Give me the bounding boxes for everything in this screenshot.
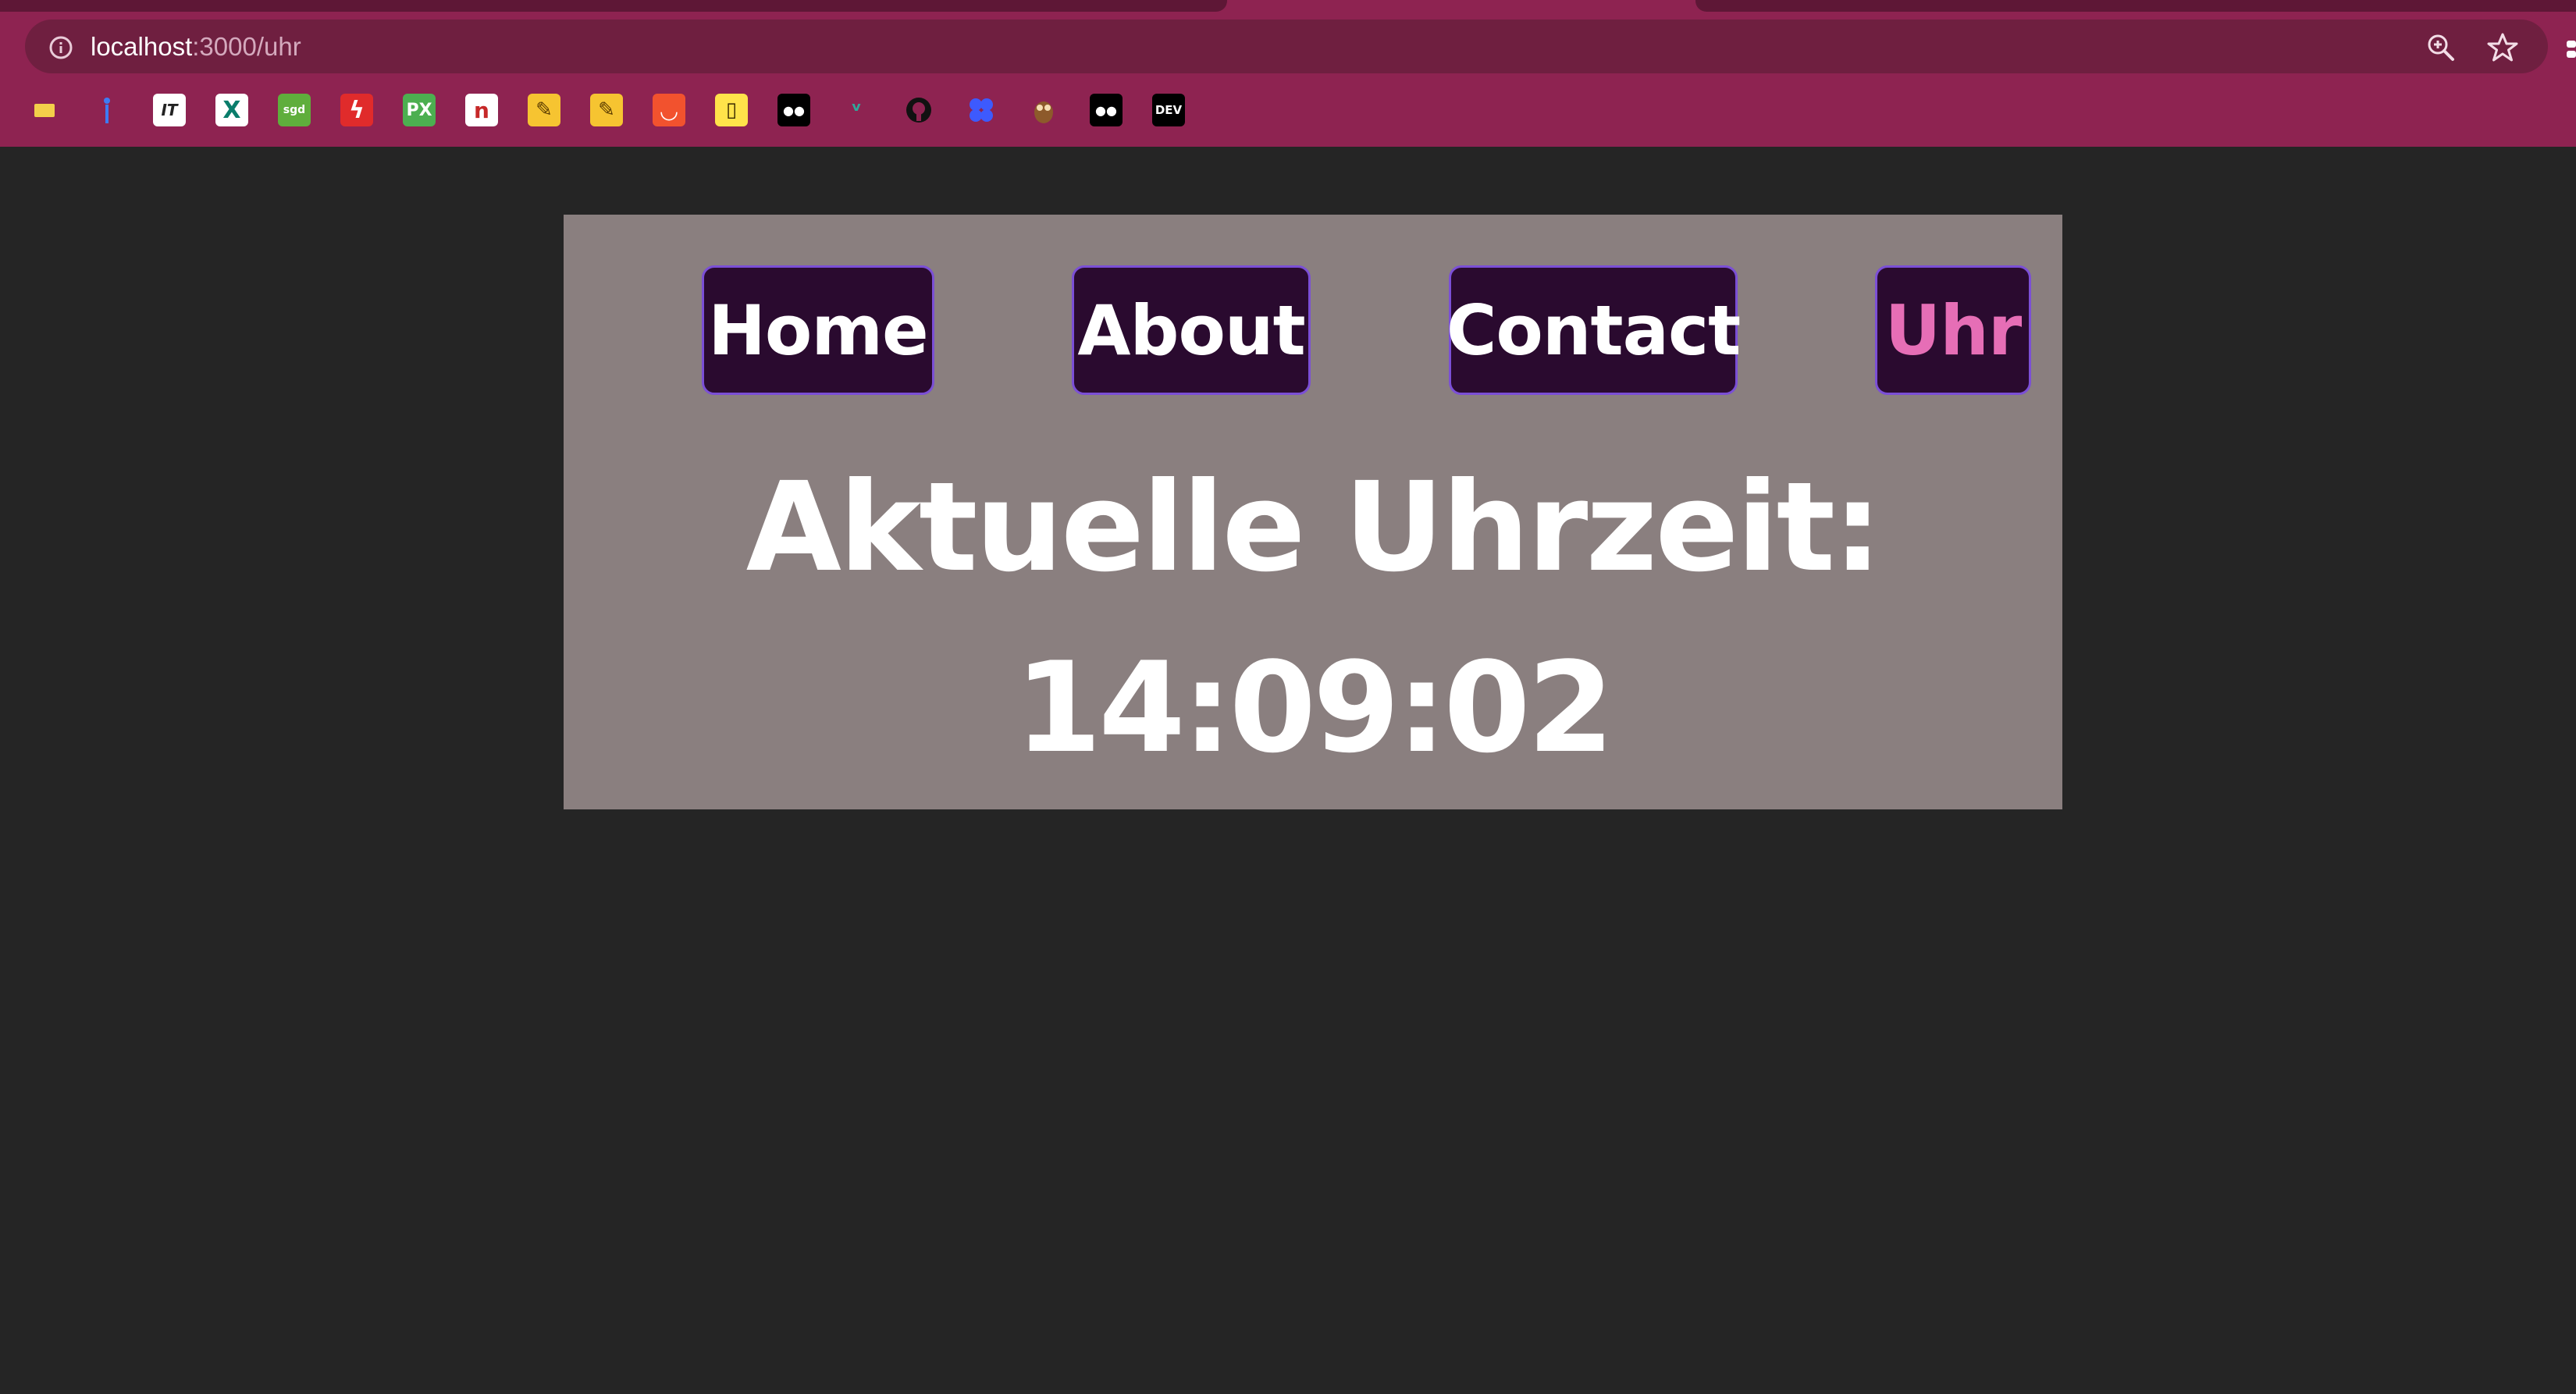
folder-bookmark[interactable] bbox=[28, 94, 61, 126]
shopping-bag-bookmark[interactable]: ◡ bbox=[653, 94, 685, 126]
info-icon[interactable] bbox=[48, 35, 73, 60]
n-bookmark[interactable]: n bbox=[465, 94, 498, 126]
address-bar[interactable] bbox=[25, 20, 2548, 73]
sgd-bookmark[interactable]: sgd bbox=[278, 94, 311, 126]
extension-icon[interactable] bbox=[2565, 39, 2576, 59]
nav-home-button[interactable]: Home bbox=[702, 265, 934, 395]
nav-uhr-button[interactable]: Uhr bbox=[1875, 265, 2031, 395]
it-bookmark[interactable]: IT bbox=[153, 94, 186, 126]
medium-bookmark[interactable]: ●● bbox=[777, 94, 810, 126]
bookmark-star-icon[interactable] bbox=[2487, 32, 2518, 63]
medium-bookmark-2[interactable]: ●● bbox=[1090, 94, 1123, 126]
nav-contact-button[interactable]: Contact bbox=[1446, 265, 1741, 395]
url-host: localhost bbox=[91, 32, 193, 61]
tab-right[interactable] bbox=[1695, 0, 2576, 12]
tool-bookmark-1[interactable]: ✎ bbox=[528, 94, 560, 126]
dev-bookmark[interactable]: DEV bbox=[1152, 94, 1185, 126]
nav-about-button[interactable]: About bbox=[1072, 265, 1311, 395]
pin-bookmark[interactable] bbox=[91, 94, 123, 126]
github-bookmark[interactable] bbox=[902, 94, 935, 126]
flash-bookmark[interactable]: ϟ bbox=[340, 94, 373, 126]
owl-bookmark[interactable] bbox=[1027, 94, 1060, 126]
clock-time: 14:09:02 bbox=[1015, 635, 1614, 781]
tab-strip bbox=[0, 0, 2576, 12]
px-bookmark[interactable]: PX bbox=[403, 94, 436, 126]
clock-heading: Aktuelle Uhrzeit: bbox=[745, 456, 1883, 599]
url-path: :3000/uhr bbox=[192, 32, 301, 61]
cup-bookmark[interactable]: ▯ bbox=[715, 94, 748, 126]
zoom-icon[interactable] bbox=[2426, 33, 2456, 62]
url-text[interactable]: localhost:3000/uhr bbox=[91, 30, 301, 64]
browser-toolbar: localhost:3000/uhr IT X sgd ϟ PX n ✎ ✎ ◡… bbox=[0, 0, 2576, 147]
tab-left[interactable] bbox=[0, 0, 1227, 12]
content-card: Home About Contact Uhr Aktuelle Uhrzeit:… bbox=[564, 215, 2062, 809]
xing-bookmark[interactable]: X bbox=[215, 94, 248, 126]
bird-bookmark[interactable]: ᵛ bbox=[840, 94, 873, 126]
tool-bookmark-2[interactable]: ✎ bbox=[590, 94, 623, 126]
puzzle-bookmark[interactable] bbox=[965, 94, 998, 126]
